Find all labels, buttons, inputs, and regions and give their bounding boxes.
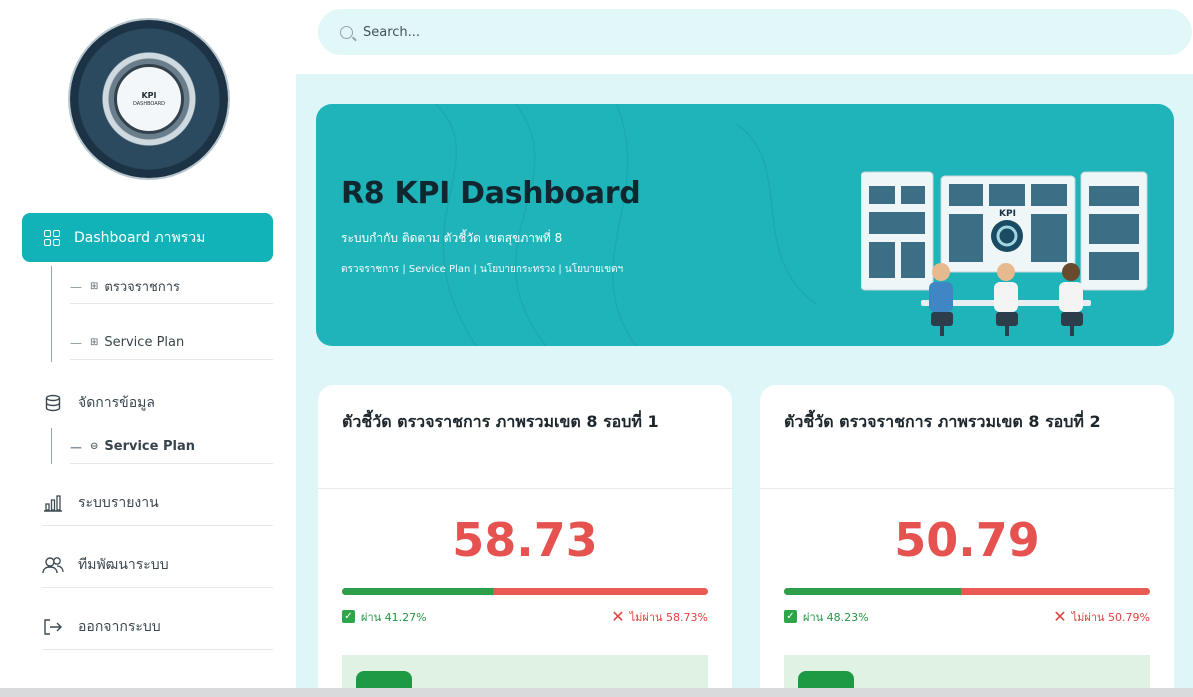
database-icon bbox=[42, 394, 64, 412]
logo-core: KPI DASHBOARD bbox=[114, 64, 184, 134]
sidebar-subitem-service-plan[interactable]: — ⊞ Service Plan bbox=[70, 326, 273, 360]
sidebar: KPI DASHBOARD Dashboard ภาพรวม — ⊞ ตรวจร… bbox=[0, 0, 296, 697]
kpi-value: 58.73 bbox=[452, 513, 598, 567]
sidebar-item-label: ทีมพัฒนาระบบ bbox=[78, 556, 169, 573]
dashboard-illustration: KPI bbox=[861, 171, 1148, 336]
sidebar-item-data-management[interactable]: จัดการข้อมูล bbox=[42, 380, 273, 426]
sidebar-subitem-inspection[interactable]: — ⊞ ตรวจราชการ bbox=[70, 270, 273, 304]
kpi-value: 50.79 bbox=[894, 513, 1040, 567]
sidebar-item-label: Dashboard ภาพรวม bbox=[74, 229, 206, 246]
sidebar-item-team[interactable]: ทีมพัฒนาระบบ bbox=[42, 542, 273, 588]
sidebar-item-logout[interactable]: ออกจากระบบ bbox=[42, 604, 273, 650]
pass-indicator: ✓ ผ่าน 48.23% bbox=[784, 607, 869, 626]
logo-subtext: DASHBOARD bbox=[132, 101, 166, 107]
fail-indicator: ✕ ไม่ผ่าน 58.73% bbox=[611, 607, 708, 626]
fail-label: ไม่ผ่าน 58.73% bbox=[629, 610, 708, 624]
check-icon: ✓ bbox=[342, 610, 355, 623]
main-content: R8 KPI Dashboard ระบบกำกับ ติดตาม ตัวชี้… bbox=[296, 0, 1193, 697]
grid-icon bbox=[44, 229, 60, 246]
tree-line bbox=[51, 428, 52, 464]
hero-tags: ตรวจราชการ | Service Plan | นโยบายกระทรว… bbox=[341, 264, 624, 275]
search-icon bbox=[340, 25, 353, 39]
sidebar-subitem-service-plan-data[interactable]: — ⊖ Service Plan bbox=[70, 430, 273, 464]
grid-icon: ⊞ bbox=[90, 281, 99, 292]
pass-fail-legend: ✓ ผ่าน 41.27% ✕ ไม่ผ่าน 58.73% bbox=[342, 607, 708, 626]
pass-fail-progress-bar bbox=[342, 588, 708, 595]
check-icon: ✓ bbox=[784, 610, 797, 623]
divider bbox=[318, 488, 732, 489]
cross-icon: ✕ bbox=[611, 607, 625, 626]
sidebar-item-dashboard-overview[interactable]: Dashboard ภาพรวม bbox=[22, 213, 273, 262]
pass-fill bbox=[784, 588, 961, 595]
team-icon bbox=[42, 556, 64, 574]
bar-chart-icon bbox=[42, 494, 64, 512]
kpi-dashboard-logo: KPI DASHBOARD bbox=[70, 20, 228, 178]
pass-label: ผ่าน 41.27% bbox=[361, 610, 427, 624]
database-icon: ⊖ bbox=[90, 441, 99, 452]
kpi-card-round-2[interactable]: ตัวชี้วัด ตรวจราชการ ภาพรวมเขต 8 รอบที่ … bbox=[760, 385, 1174, 697]
pass-fill bbox=[342, 588, 494, 595]
sidebar-subitem-label: Service Plan bbox=[104, 439, 195, 454]
pass-label: ผ่าน 48.23% bbox=[803, 610, 869, 624]
kpi-card-round-1[interactable]: ตัวชี้วัด ตรวจราชการ ภาพรวมเขต 8 รอบที่ … bbox=[318, 385, 732, 697]
card-title: ตัวชี้วัด ตรวจราชการ ภาพรวมเขต 8 รอบที่ … bbox=[342, 412, 659, 431]
sidebar-item-report[interactable]: ระบบรายงาน bbox=[42, 480, 273, 526]
fail-label: ไม่ผ่าน 50.79% bbox=[1071, 610, 1150, 624]
cross-icon: ✕ bbox=[1053, 607, 1067, 626]
fail-indicator: ✕ ไม่ผ่าน 50.79% bbox=[1053, 607, 1150, 626]
hero-banner: R8 KPI Dashboard ระบบกำกับ ติดตาม ตัวชี้… bbox=[316, 104, 1174, 346]
illustration-kpi-text: KPI bbox=[999, 209, 1016, 219]
logo-text: KPI bbox=[141, 91, 157, 100]
hero-title: R8 KPI Dashboard bbox=[341, 176, 641, 211]
sidebar-item-label: จัดการข้อมูล bbox=[78, 395, 155, 411]
sidebar-item-label: ระบบรายงาน bbox=[78, 494, 159, 511]
logout-icon bbox=[42, 618, 64, 636]
sidebar-subitem-label: Service Plan bbox=[104, 335, 185, 350]
search-input[interactable] bbox=[363, 24, 1143, 40]
search-bar[interactable] bbox=[318, 9, 1192, 55]
pass-indicator: ✓ ผ่าน 41.27% bbox=[342, 607, 427, 626]
card-title: ตัวชี้วัด ตรวจราชการ ภาพรวมเขต 8 รอบที่ … bbox=[784, 412, 1101, 431]
pass-fail-legend: ✓ ผ่าน 48.23% ✕ ไม่ผ่าน 50.79% bbox=[784, 607, 1150, 626]
top-bar bbox=[296, 0, 1193, 74]
sidebar-item-label: ออกจากระบบ bbox=[78, 618, 161, 635]
window-bottom-edge bbox=[0, 688, 1193, 697]
grid-icon: ⊞ bbox=[90, 337, 99, 348]
divider bbox=[760, 488, 1174, 489]
hero-subtitle: ระบบกำกับ ติดตาม ตัวชี้วัด เขตสุขภาพที่ … bbox=[341, 231, 563, 245]
sidebar-subitem-label: ตรวจราชการ bbox=[104, 280, 180, 295]
tree-line bbox=[51, 266, 52, 362]
pass-fail-progress-bar bbox=[784, 588, 1150, 595]
